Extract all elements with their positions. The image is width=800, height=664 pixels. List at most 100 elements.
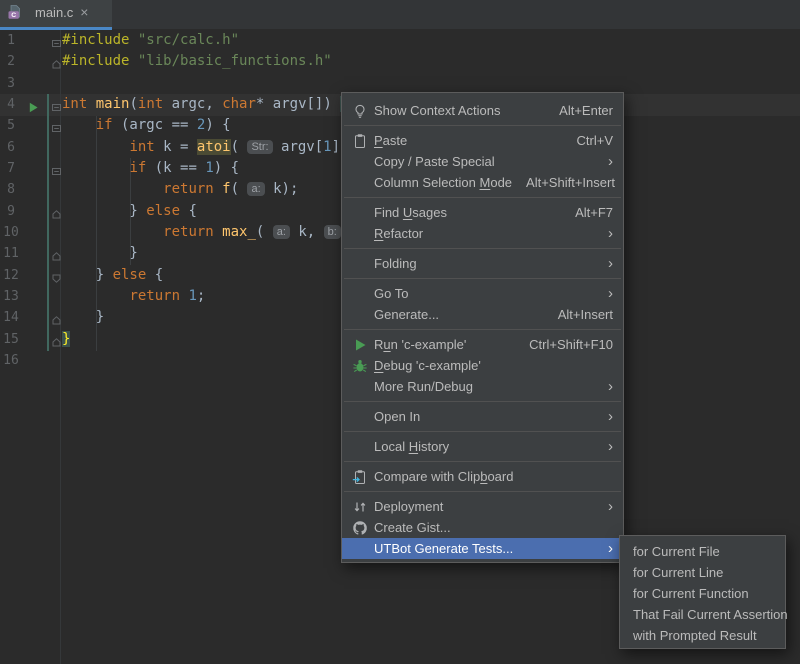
vcs-change-marker — [47, 94, 49, 116]
line-number: 5 — [0, 115, 22, 136]
line-number: 15 — [0, 329, 22, 350]
menu-item-label: Copy / Paste Special — [374, 154, 495, 169]
menu-item-deployment[interactable]: Deployment› — [342, 496, 623, 517]
vcs-change-marker — [47, 286, 49, 308]
menu-item-debug-c-example[interactable]: Debug 'c-example' — [342, 355, 623, 376]
menu-separator — [344, 278, 621, 279]
menu-item-label: Create Gist... — [374, 520, 451, 535]
line-number: 11 — [0, 243, 22, 264]
menu-item-label: Find Usages — [374, 205, 447, 220]
code-text: return f( a: k); — [62, 179, 298, 200]
parameter-hint: Str: — [247, 140, 272, 154]
fold-up-icon[interactable] — [51, 312, 62, 323]
fold-down-icon[interactable] — [51, 270, 62, 281]
line-number: 3 — [0, 73, 22, 94]
vcs-change-marker — [47, 329, 49, 351]
menu-item-label: Local History — [374, 439, 449, 454]
menu-separator — [344, 329, 621, 330]
fold-up-icon[interactable] — [51, 248, 62, 259]
vcs-change-marker — [47, 115, 49, 137]
menu-icon-placeholder — [352, 175, 368, 191]
submenu-arrow-icon: › — [594, 256, 613, 271]
line-number: 12 — [0, 265, 22, 286]
vcs-change-marker — [47, 243, 49, 265]
menu-separator — [344, 431, 621, 432]
lightbulb-icon — [352, 103, 368, 119]
code-text: return max_( a: k, b: 2); — [62, 222, 375, 243]
fold-box-icon[interactable] — [51, 99, 62, 110]
menu-item-open-in[interactable]: Open In › — [342, 406, 623, 427]
vcs-change-marker — [47, 201, 49, 223]
fold-box-icon[interactable] — [51, 35, 62, 46]
submenu-item-label: for Current Line — [633, 565, 723, 580]
paste-icon — [352, 133, 368, 149]
menu-item-shortcut: Ctrl+Shift+F10 — [515, 337, 613, 352]
line-number: 4 — [0, 94, 22, 115]
menu-item-create-gist[interactable]: Create Gist... — [342, 517, 623, 538]
vcs-change-marker — [47, 137, 49, 159]
code-text: } — [62, 243, 138, 264]
fold-up-icon[interactable] — [51, 56, 62, 67]
fold-up-icon[interactable] — [51, 334, 62, 345]
menu-item-paste[interactable]: Paste Ctrl+V — [342, 130, 623, 151]
code-line-2[interactable]: 2#include "lib/basic_functions.h" — [0, 51, 800, 73]
menu-item-label: Debug 'c-example' — [374, 358, 481, 373]
fold-up-icon[interactable] — [51, 206, 62, 217]
menu-item-label: Show Context Actions — [374, 103, 500, 118]
submenu-item-that-fail-current-assertion[interactable]: That Fail Current Assertion — [620, 604, 785, 625]
fold-box-icon[interactable] — [51, 120, 62, 131]
fold-box-icon[interactable] — [51, 163, 62, 174]
menu-icon-placeholder — [352, 409, 368, 425]
menu-icon-placeholder — [352, 439, 368, 455]
debug-icon — [352, 358, 368, 374]
code-text: } else { — [62, 265, 163, 286]
submenu-arrow-icon: › — [594, 409, 613, 424]
menu-item-show-context-actions[interactable]: Show Context ActionsAlt+Enter — [342, 100, 623, 121]
menu-separator — [344, 248, 621, 249]
code-text: return 1; — [62, 286, 205, 307]
vcs-change-marker — [47, 222, 49, 244]
menu-item-go-to[interactable]: Go To› — [342, 283, 623, 304]
submenu-item-for-current-line[interactable]: for Current Line — [620, 562, 785, 583]
tab-title: main.c — [35, 5, 73, 20]
code-text: int k = atoi( Str: argv[1]); — [62, 137, 357, 158]
submenu-item-for-current-file[interactable]: for Current File — [620, 541, 785, 562]
menu-item-shortcut: Ctrl+V — [563, 133, 613, 148]
menu-item-label: Go To — [374, 286, 408, 301]
menu-item-label: UTBot Generate Tests... — [374, 541, 513, 556]
editor-context-menu: Show Context ActionsAlt+Enter Paste Ctrl+V… — [341, 92, 624, 563]
menu-item-generate[interactable]: Generate...Alt+Insert — [342, 304, 623, 325]
submenu-arrow-icon: › — [594, 439, 613, 454]
menu-item-more-run-debug[interactable]: More Run/Debug › — [342, 376, 623, 397]
menu-item-label: More Run/Debug — [374, 379, 473, 394]
submenu-item-label: for Current File — [633, 544, 720, 559]
menu-item-folding[interactable]: Folding› — [342, 253, 623, 274]
menu-item-run-c-example[interactable]: Run 'c-example'Ctrl+Shift+F10 — [342, 334, 623, 355]
utbot-generate-tests-submenu: for Current File for Current Line for Curr… — [619, 535, 786, 649]
tab-close-icon[interactable]: × — [80, 5, 88, 19]
menu-item-find-usages[interactable]: Find UsagesAlt+F7 — [342, 202, 623, 223]
run-gutter-icon[interactable] — [28, 99, 39, 110]
submenu-arrow-icon: › — [594, 379, 613, 394]
menu-item-utbot-generate-tests[interactable]: UTBot Generate Tests... › — [342, 538, 623, 559]
menu-item-label: Open In — [374, 409, 420, 424]
menu-item-refactor[interactable]: Refactor› — [342, 223, 623, 244]
submenu-item-with-prompted-result[interactable]: with Prompted Result — [620, 625, 785, 646]
menu-item-column-selection-mode[interactable]: Column Selection ModeAlt+Shift+Insert — [342, 172, 623, 193]
svg-text:C: C — [11, 12, 16, 19]
line-number: 16 — [0, 350, 22, 371]
code-line-1[interactable]: 1#include "src/calc.h" — [0, 30, 800, 52]
menu-separator — [344, 461, 621, 462]
menu-item-copy-paste-special[interactable]: Copy / Paste Special› — [342, 151, 623, 172]
tab-main-c[interactable]: C main.c × — [0, 0, 112, 30]
menu-item-local-history[interactable]: Local History › — [342, 436, 623, 457]
line-number: 6 — [0, 137, 22, 158]
menu-item-compare-with-clipboard[interactable]: Compare with Clipboard — [342, 466, 623, 487]
submenu-item-for-current-function[interactable]: for Current Function — [620, 583, 785, 604]
menu-item-label: Paste — [374, 133, 407, 148]
submenu-arrow-icon: › — [594, 541, 613, 556]
line-number: 2 — [0, 51, 22, 72]
menu-icon-placeholder — [352, 379, 368, 395]
menu-icon-placeholder — [352, 307, 368, 323]
line-number: 8 — [0, 179, 22, 200]
